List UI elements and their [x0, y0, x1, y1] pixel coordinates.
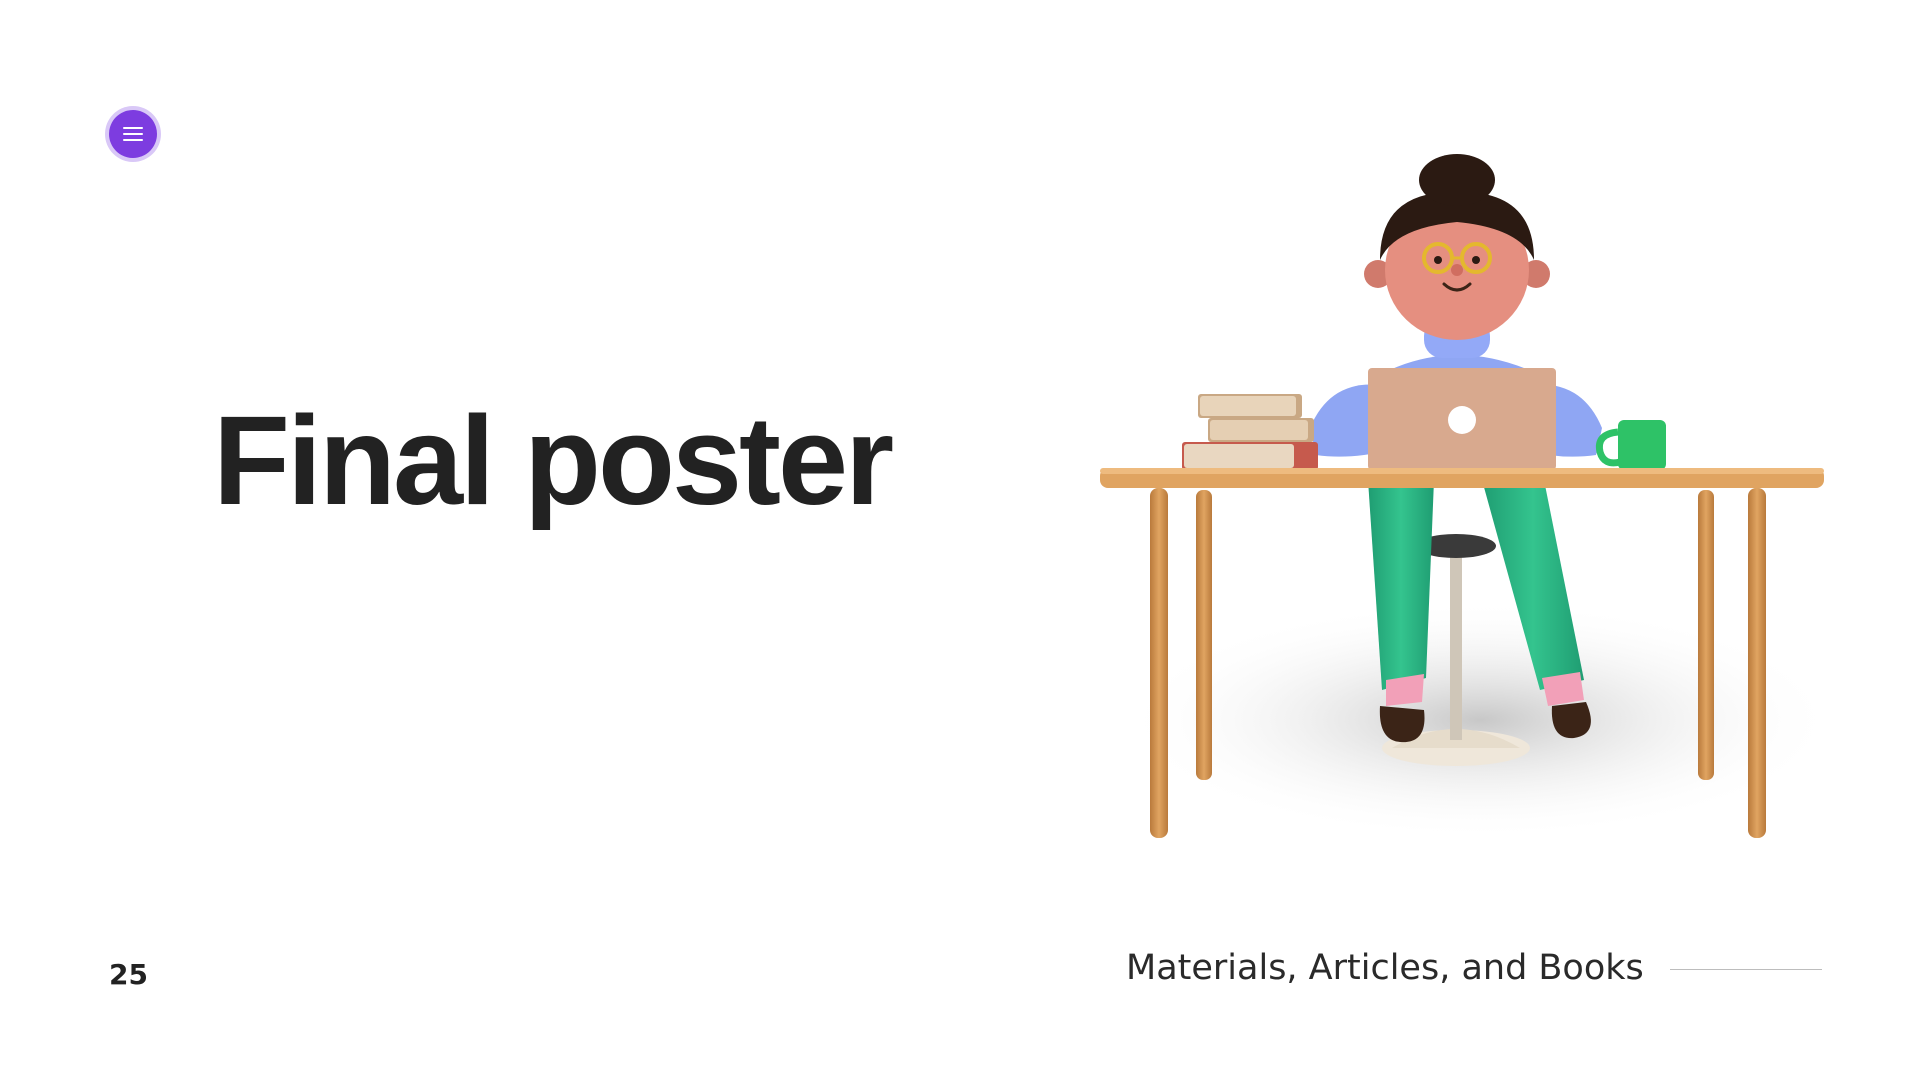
chair-pole [1450, 550, 1462, 740]
desk-leg-back-left [1196, 490, 1212, 780]
person-hair-bun [1419, 154, 1495, 206]
coffee-mug [1618, 420, 1666, 470]
footer-caption: Materials, Articles, and Books [1126, 948, 1644, 988]
footer-divider [1670, 969, 1822, 970]
laptop-logo [1448, 406, 1476, 434]
presentation-slide: Final poster 25 Materials, Articles, and… [0, 0, 1920, 1080]
person-nose [1451, 264, 1463, 276]
floor-shadow [1120, 600, 1840, 840]
hamburger-menu-icon [123, 127, 143, 141]
person-at-desk-illustration [1100, 154, 1840, 840]
desk-leg-front-left [1150, 488, 1168, 838]
menu-button[interactable] [109, 110, 157, 158]
desk-leg-front-right [1748, 488, 1766, 838]
page-number: 25 [109, 958, 148, 991]
slide-title: Final poster [213, 390, 894, 531]
desk-leg-back-right [1698, 490, 1714, 780]
